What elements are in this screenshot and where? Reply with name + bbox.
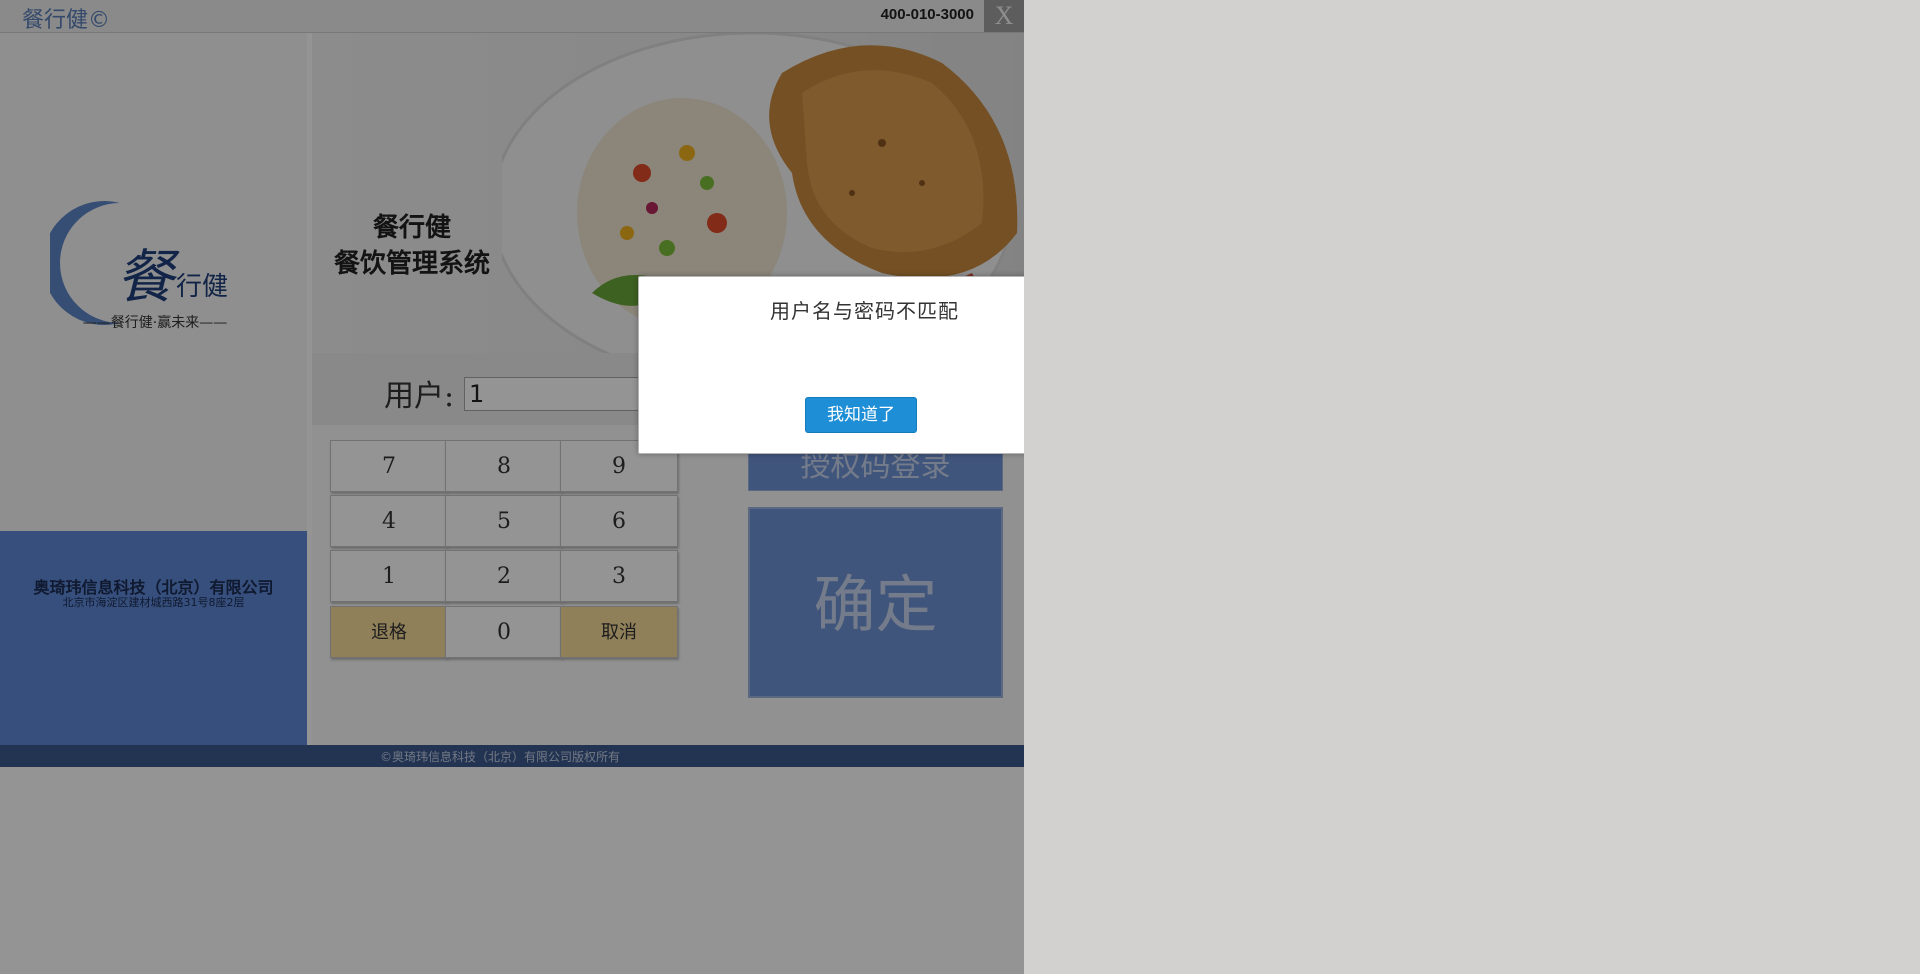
error-dialog: 用户名与密码不匹配 我知道了 [638,276,1024,454]
dialog-ok-button[interactable]: 我知道了 [805,397,917,433]
modal-overlay [0,0,1024,974]
dialog-message: 用户名与密码不匹配 [770,299,959,323]
login-window: 餐行健© 400-010-3000 X 餐 行健 ——餐行健·赢未来—— 奥琦玮… [0,0,1024,974]
